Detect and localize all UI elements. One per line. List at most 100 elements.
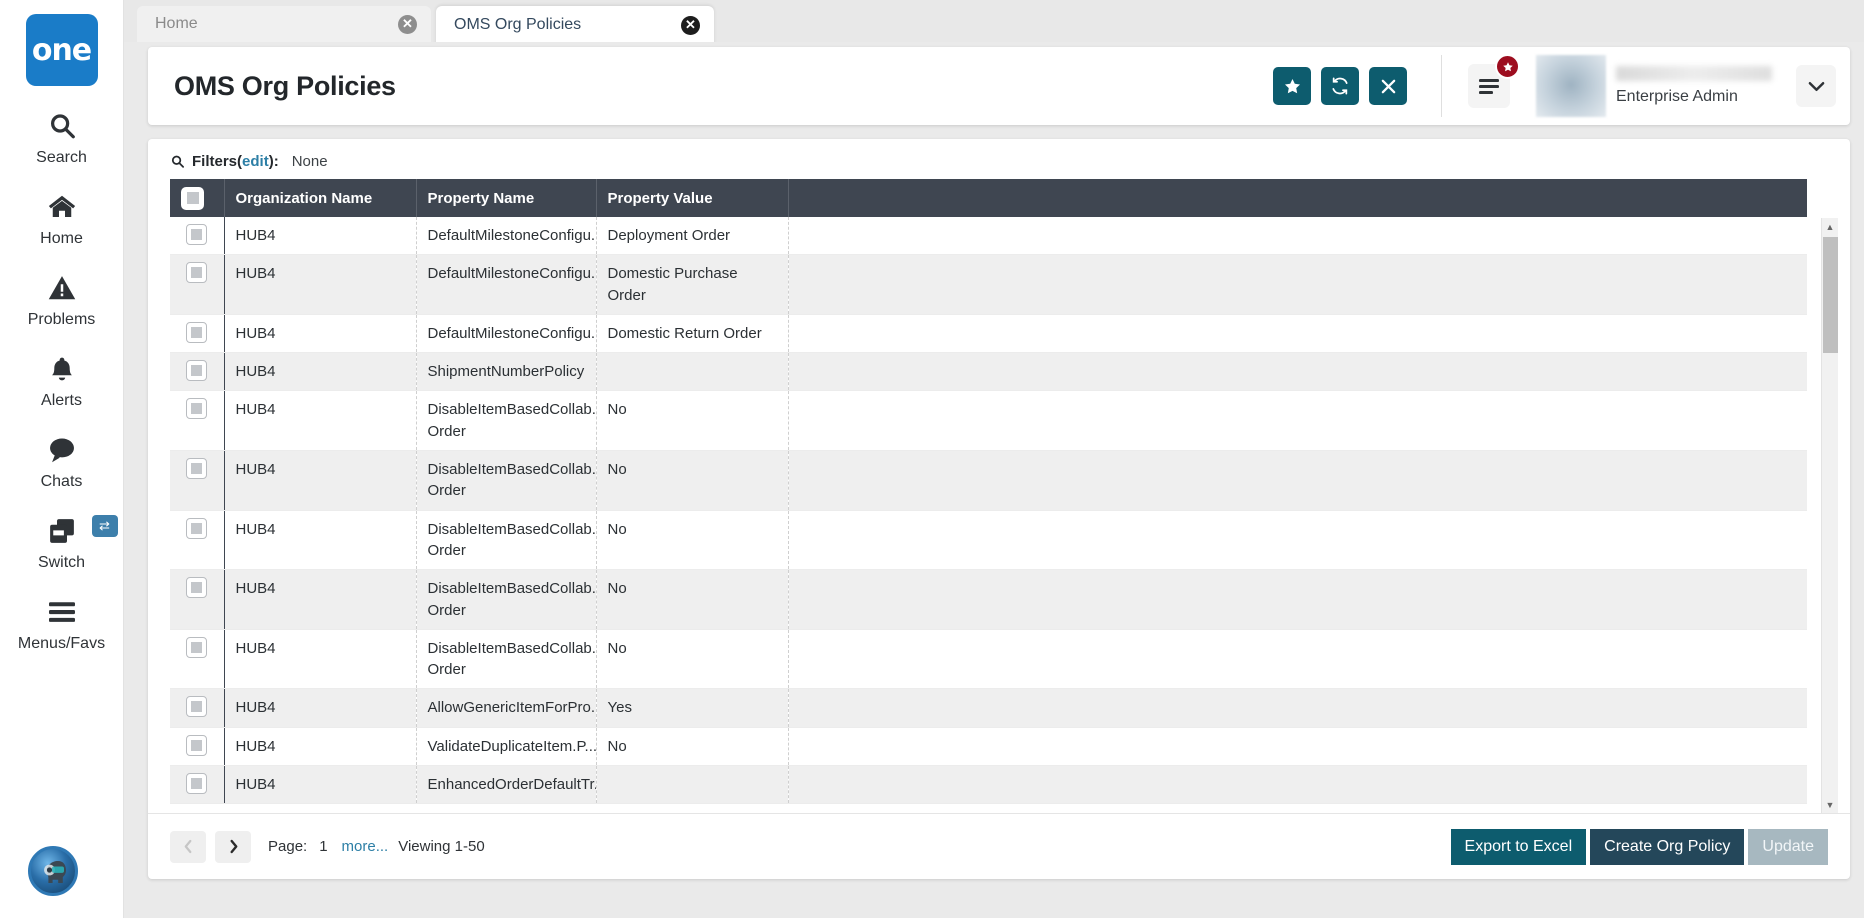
star-badge-icon [1495, 54, 1520, 79]
tab-oms-org-policies[interactable]: OMS Org Policies ✕ [436, 6, 714, 47]
table-row[interactable]: HUB4DisableItemBasedCollab... OrderNo [170, 510, 1807, 570]
checkbox-icon[interactable] [186, 518, 207, 539]
cell-property-name: DefaultMilestoneConfigu... [416, 314, 596, 352]
table-row[interactable]: HUB4ShipmentNumberPolicy [170, 353, 1807, 391]
chevron-down-icon[interactable] [1796, 65, 1836, 107]
filters-bar: Filters(edit): None [170, 153, 1838, 179]
close-circle-icon[interactable]: ✕ [398, 15, 417, 34]
checkbox-icon[interactable] [186, 637, 207, 658]
column-header-property-value[interactable]: Property Value [596, 179, 788, 217]
checkbox-icon[interactable] [186, 696, 207, 717]
checkbox-icon[interactable] [186, 262, 207, 283]
select-all-header[interactable] [170, 179, 224, 217]
scrollbar-thumb[interactable] [1823, 237, 1838, 353]
sidebar-label-home: Home [40, 230, 83, 248]
triangle-down-icon[interactable]: ▼ [1822, 796, 1838, 813]
create-org-policy-button[interactable]: Create Org Policy [1590, 829, 1744, 865]
row-select-cell[interactable] [170, 314, 224, 352]
row-select-cell[interactable] [170, 689, 224, 727]
previous-page-button[interactable] [170, 831, 206, 863]
row-select-cell[interactable] [170, 451, 224, 511]
sidebar-item-home[interactable]: Home [0, 189, 124, 248]
filters-edit-link[interactable]: edit [242, 153, 269, 170]
favorite-button[interactable] [1273, 67, 1311, 105]
row-select-cell[interactable] [170, 217, 224, 255]
sidebar-item-switch[interactable]: ⇄ Switch [0, 513, 124, 572]
robot-head-avatar[interactable] [28, 846, 78, 896]
table-row[interactable]: HUB4AllowGenericItemForPro...Yes [170, 689, 1807, 727]
cell-property-value: No [596, 629, 788, 689]
cell-filler [788, 451, 1807, 511]
checkbox-icon[interactable] [186, 224, 207, 245]
cell-property-value [596, 766, 788, 804]
user-menu[interactable]: Enterprise Admin [1536, 55, 1836, 117]
refresh-button[interactable] [1321, 67, 1359, 105]
cell-property-name: DefaultMilestoneConfigu... [416, 217, 596, 255]
row-select-cell[interactable] [170, 353, 224, 391]
page-number[interactable]: 1 [319, 838, 327, 855]
table-row[interactable]: HUB4EnhancedOrderDefaultTr... [170, 766, 1807, 804]
close-circle-icon[interactable]: ✕ [681, 16, 700, 35]
column-header-organization-name[interactable]: Organization Name [224, 179, 416, 217]
page-title: OMS Org Policies [174, 71, 396, 102]
table-row[interactable]: HUB4ValidateDuplicateItem.P...No [170, 727, 1807, 765]
checkbox-icon[interactable] [186, 398, 207, 419]
cell-organization-name: HUB4 [224, 451, 416, 511]
brand-logo[interactable]: one [26, 14, 98, 86]
sidebar-item-problems[interactable]: Problems [0, 270, 124, 329]
filters-value: None [292, 153, 328, 170]
cell-organization-name: HUB4 [224, 727, 416, 765]
checkbox-icon[interactable] [186, 773, 207, 794]
table-row[interactable]: HUB4DefaultMilestoneConfigu...Domestic P… [170, 255, 1807, 315]
home-icon [46, 189, 78, 225]
checkbox-icon[interactable] [186, 735, 207, 756]
more-link[interactable]: more... [342, 838, 389, 855]
cell-organization-name: HUB4 [224, 353, 416, 391]
row-select-cell[interactable] [170, 255, 224, 315]
row-select-cell[interactable] [170, 570, 224, 630]
swap-arrows-icon[interactable]: ⇄ [92, 515, 118, 537]
checkbox-icon[interactable] [186, 577, 207, 598]
triangle-up-icon[interactable]: ▲ [1822, 218, 1838, 235]
cell-property-value [596, 353, 788, 391]
row-select-cell[interactable] [170, 510, 224, 570]
table-row[interactable]: HUB4DisableItemBasedCollab... OrderNo [170, 629, 1807, 689]
row-select-cell[interactable] [170, 391, 224, 451]
tab-home[interactable]: Home ✕ [137, 6, 431, 42]
update-button[interactable]: Update [1748, 829, 1828, 865]
sidebar-item-chats[interactable]: Chats [0, 432, 124, 491]
bell-icon [48, 351, 76, 387]
cell-property-name: DisableItemBasedCollab... Order [416, 391, 596, 451]
checkbox-icon[interactable] [186, 458, 207, 479]
cell-filler [788, 727, 1807, 765]
table-row[interactable]: HUB4DisableItemBasedCollab... OrderNo [170, 391, 1807, 451]
close-button[interactable] [1369, 67, 1407, 105]
vertical-scrollbar[interactable]: ▲ ▼ [1821, 218, 1838, 813]
sidebar-item-search[interactable]: Search [0, 108, 124, 167]
checkbox-icon[interactable] [186, 322, 207, 343]
header-menu-button[interactable] [1468, 64, 1510, 108]
row-select-cell[interactable] [170, 766, 224, 804]
table-row[interactable]: HUB4DisableItemBasedCollab... OrderNo [170, 570, 1807, 630]
row-select-cell[interactable] [170, 727, 224, 765]
cell-filler [788, 766, 1807, 804]
sidebar-item-menus-favs[interactable]: Menus/Favs [0, 594, 124, 653]
cell-property-value: No [596, 391, 788, 451]
cell-property-name: EnhancedOrderDefaultTr... [416, 766, 596, 804]
checkbox-icon[interactable] [186, 360, 207, 381]
page-label: Page: [268, 838, 307, 855]
row-select-cell[interactable] [170, 629, 224, 689]
chevron-right-icon [228, 839, 239, 854]
left-nav-rail: one Search Home Problems [0, 0, 124, 918]
viewing-range: Viewing 1-50 [398, 838, 484, 855]
table-row[interactable]: HUB4DisableItemBasedCollab... OrderNo [170, 451, 1807, 511]
checkbox-icon[interactable] [181, 187, 204, 210]
chat-bubble-icon [46, 432, 78, 468]
next-page-button[interactable] [215, 831, 251, 863]
sidebar-item-alerts[interactable]: Alerts [0, 351, 124, 410]
export-to-excel-button[interactable]: Export to Excel [1451, 829, 1587, 865]
cell-organization-name: HUB4 [224, 217, 416, 255]
table-row[interactable]: HUB4DefaultMilestoneConfigu...Deployment… [170, 217, 1807, 255]
column-header-property-name[interactable]: Property Name [416, 179, 596, 217]
table-row[interactable]: HUB4DefaultMilestoneConfigu...Domestic R… [170, 314, 1807, 352]
